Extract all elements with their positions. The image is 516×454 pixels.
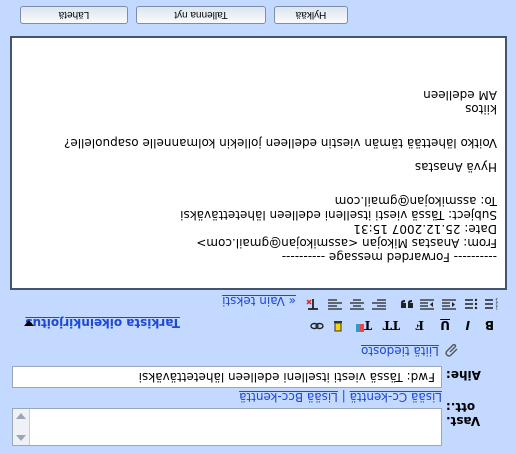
reply-to-label: Vast. ott.: — [446, 400, 481, 428]
outdent-icon[interactable] — [442, 298, 456, 310]
link-icon[interactable] — [310, 320, 324, 332]
body-line: ---------- Forwarded message ---------- — [281, 250, 497, 264]
highlight-icon[interactable] — [330, 320, 344, 332]
remove-formatting-icon[interactable] — [306, 298, 320, 310]
body-line: To: assmikojan@gmail.com — [334, 194, 497, 208]
body-line: Date: 25.12.2007 15:31 — [353, 222, 497, 236]
discard-button[interactable]: Hylkää — [274, 6, 348, 24]
body-line: AM edelleen — [423, 88, 497, 102]
bullet-list-icon[interactable] — [464, 298, 478, 310]
font-family-button[interactable]: F — [415, 318, 424, 332]
align-center-icon[interactable] — [350, 298, 364, 310]
plain-text-link[interactable]: « Vain teksti — [222, 294, 296, 308]
subject-input[interactable]: Fwd: Tässä viesti itselleni edelleen läh… — [12, 366, 442, 388]
attach-file-link[interactable]: Liitä tiedosto — [361, 344, 439, 358]
formatting-toolbar: B I U F TT T Tarkista oikeinkirjoitus 12… — [6, 290, 510, 340]
compose-form-upside-down: Vast. ott.: Lisää Cc-kenttä | Lisää Bcc-… — [0, 0, 516, 454]
send-button[interactable]: Lähetä — [20, 6, 128, 24]
svg-text:3: 3 — [495, 298, 498, 302]
align-left-icon[interactable] — [372, 298, 386, 310]
reply-to-input[interactable] — [12, 408, 442, 446]
numbered-list-icon[interactable]: 123 — [484, 298, 498, 310]
indent-icon[interactable] — [420, 298, 434, 310]
add-bcc-link[interactable]: Lisää Bcc-kenttä — [239, 390, 338, 404]
cc-bcc-links: Lisää Cc-kenttä | Lisää Bcc-kenttä — [239, 390, 442, 404]
body-line: From: Anastas Mikojan <assmikojan@gmail.… — [196, 236, 497, 250]
save-now-button[interactable]: Tallenna nyt — [136, 6, 266, 24]
paperclip-icon — [445, 344, 458, 358]
body-line: Subject: Tässä viesti itselleni edelleen… — [180, 208, 497, 222]
add-cc-link[interactable]: Lisää Cc-kenttä — [350, 390, 442, 404]
attach-row: Liitä tiedosto — [361, 343, 460, 362]
body-line: kiitos — [465, 102, 497, 116]
align-right-icon[interactable] — [328, 298, 342, 310]
subject-value: Fwd: Tässä viesti itselleni edelleen läh… — [138, 370, 435, 384]
underline-button[interactable]: U — [440, 318, 450, 332]
scroll-down-icon[interactable] — [16, 413, 26, 419]
reply-to-scrollbar[interactable] — [13, 409, 30, 445]
body-line: Hyvä Anastas — [414, 160, 497, 174]
compose-panel: Vast. ott.: Lisää Cc-kenttä | Lisää Bcc-… — [6, 0, 510, 454]
message-body-editor[interactable]: ---------- Forwarded message ---------- … — [10, 36, 507, 290]
font-size-button[interactable]: TT — [383, 318, 400, 332]
spellcheck-link[interactable]: Tarkista oikeinkirjoitus — [25, 316, 180, 330]
italic-button[interactable]: I — [466, 318, 470, 332]
spellcheck-arrow-icon[interactable] — [24, 320, 34, 326]
bold-button[interactable]: B — [485, 318, 494, 332]
scroll-up-icon[interactable] — [16, 435, 26, 441]
quote-icon[interactable] — [400, 298, 414, 310]
text-color-button[interactable]: T — [363, 318, 372, 332]
subject-label: Aihe: — [446, 368, 481, 382]
cc-bcc-separator: | — [341, 390, 346, 404]
text-color-swatch-icon — [356, 324, 364, 332]
body-line: Voitko lähettää tämän viestin edelleen j… — [63, 136, 497, 150]
